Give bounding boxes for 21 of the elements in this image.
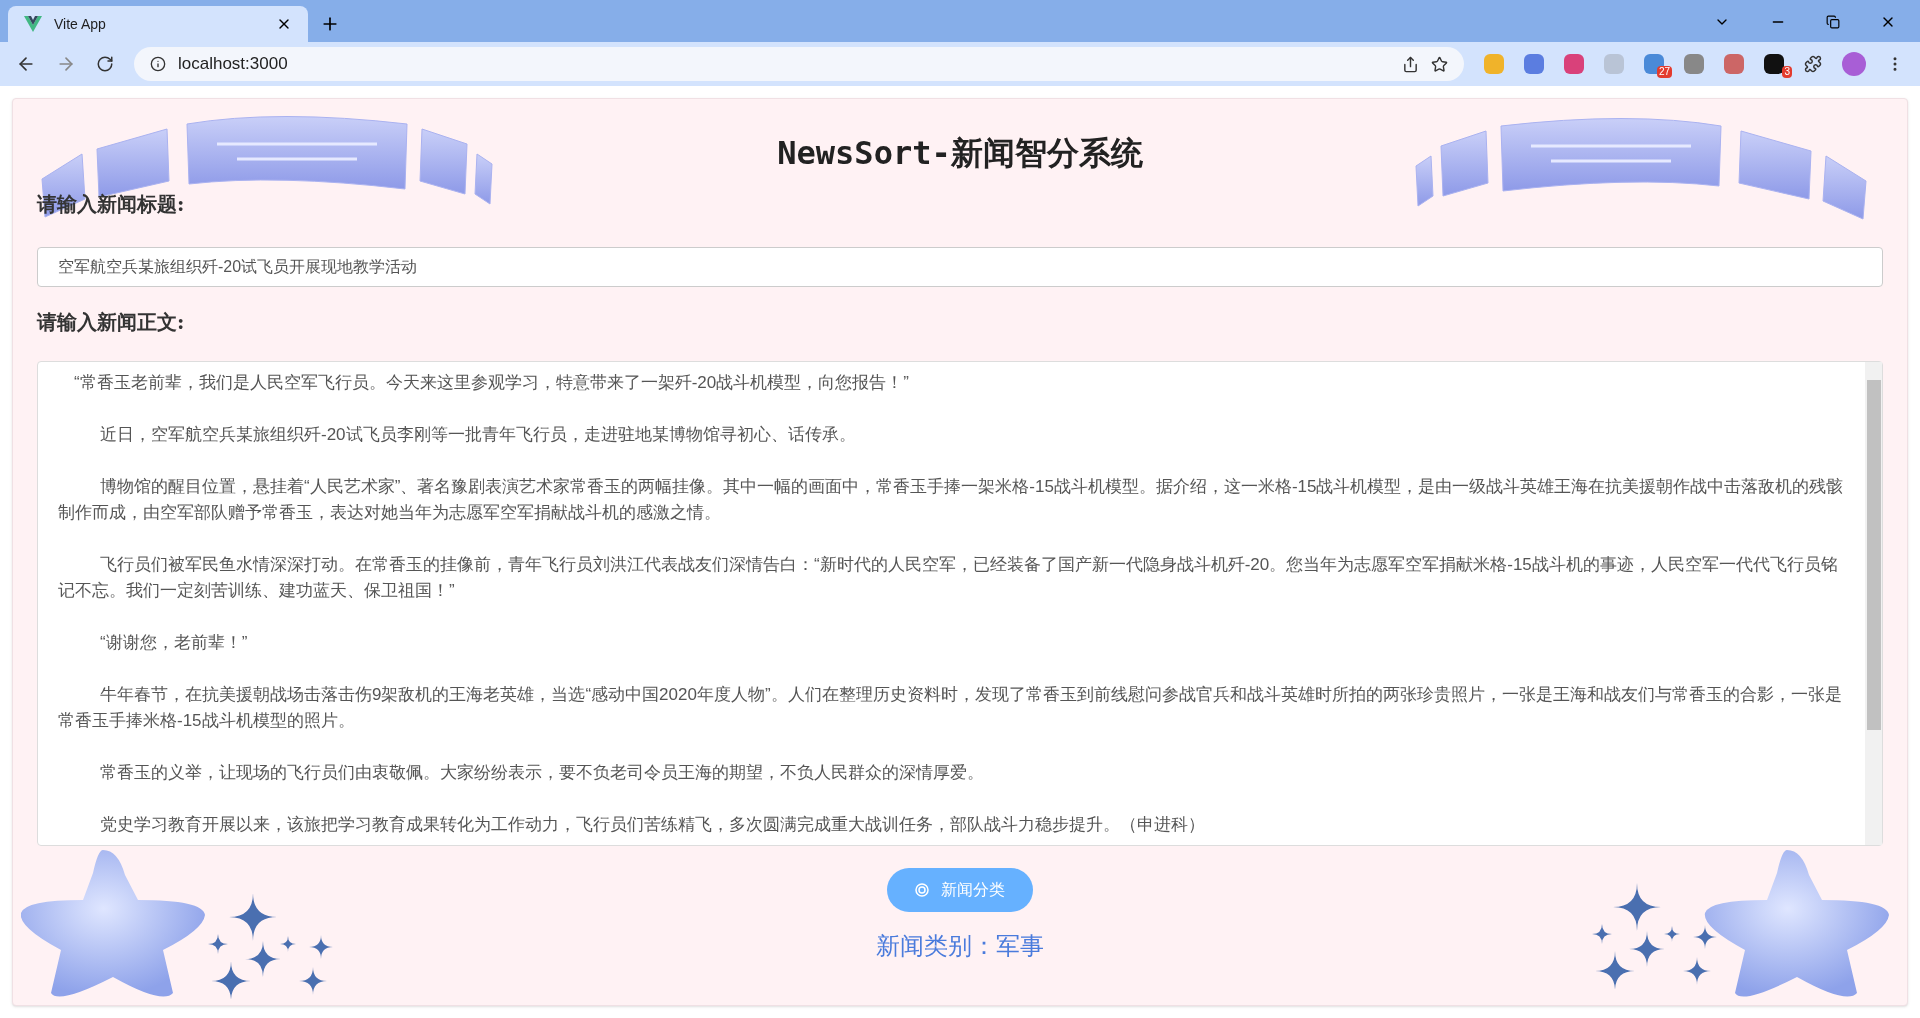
notification-badge: 27 [1656, 66, 1672, 78]
restore-icon[interactable] [1826, 15, 1840, 29]
reload-icon[interactable] [96, 55, 114, 73]
browser-tab[interactable]: Vite App [8, 6, 308, 42]
field-label: 请输入新闻标题: [37, 191, 185, 218]
result-text: 新闻类别：军事 [876, 931, 1044, 962]
avatar-icon[interactable] [1842, 52, 1866, 76]
target-icon [915, 883, 929, 897]
bookmark-star-icon[interactable] [1431, 55, 1448, 73]
info-icon[interactable] [150, 56, 166, 72]
field-label: 请输入新闻正文: [37, 309, 185, 336]
extensions-icon[interactable] [1804, 55, 1822, 73]
extension-icon[interactable] [1764, 54, 1784, 74]
page-title: NewsSort-新闻智分系统 [777, 133, 1143, 174]
v-logo-icon [24, 16, 42, 32]
title-input-field[interactable]: 空军航空兵某旅组织歼-20试飞员开展现地教学活动 [37, 247, 1883, 287]
url-text: localhost:3000 [178, 53, 289, 76]
tab-title: Vite App [54, 14, 107, 34]
share-icon[interactable] [1402, 55, 1419, 73]
notification-badge: 3 [1782, 66, 1792, 78]
address-bar[interactable]: localhost:3000 [134, 47, 1464, 81]
